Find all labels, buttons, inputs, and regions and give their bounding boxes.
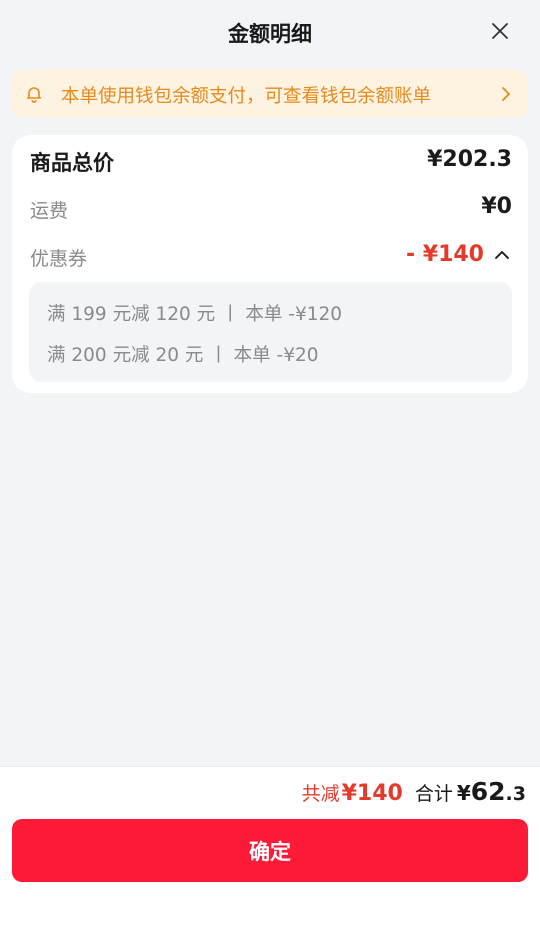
coupon-discount-value: - ¥140 bbox=[405, 242, 484, 267]
goods-total-value: ¥202.3 bbox=[427, 147, 512, 172]
bell-icon bbox=[26, 87, 42, 103]
coupon-detail-item: 满 199 元减 120 元 丨 本单 -¥120 bbox=[47, 304, 343, 325]
goods-total-label: 商品总价 bbox=[30, 151, 114, 175]
coupon-detail-list: 满 199 元减 120 元 丨 本单 -¥120 满 200 元减 20 元 … bbox=[29, 282, 512, 382]
shipping-label: 运费 bbox=[30, 200, 69, 222]
coupon-label: 优惠券 bbox=[30, 248, 88, 270]
close-icon[interactable] bbox=[490, 21, 510, 41]
order-summary: 共减¥140 合计 ¥62.3 bbox=[302, 777, 526, 806]
total-reduce-label: 共减 bbox=[301, 783, 340, 805]
notice-text: 本单使用钱包余额支付，可查看钱包余额账单 bbox=[61, 86, 432, 107]
page-title: 金额明细 bbox=[228, 22, 312, 46]
total-currency: ¥ bbox=[456, 781, 471, 805]
total-label: 合计 bbox=[414, 783, 453, 805]
footer-bar: 共减¥140 合计 ¥62.3 确定 bbox=[0, 766, 540, 936]
total-amount-integer: 62 bbox=[470, 777, 506, 806]
price-breakdown-card: 商品总价 ¥202.3 运费 ¥0 优惠券 - ¥140 满 199 元减 12… bbox=[12, 135, 528, 393]
confirm-button[interactable]: 确定 bbox=[12, 819, 528, 882]
wallet-balance-notice[interactable]: 本单使用钱包余额支付，可查看钱包余额账单 bbox=[12, 70, 528, 118]
total-reduce-value: ¥140 bbox=[341, 781, 403, 806]
coupon-detail-item: 满 200 元减 20 元 丨 本单 -¥20 bbox=[47, 345, 319, 366]
amount-detail-sheet: 金额明细 本单使用钱包余额支付，可查看钱包余额账单 商品总价 ¥202.3 运费… bbox=[0, 0, 540, 936]
shipping-value: ¥0 bbox=[481, 194, 512, 219]
chevron-right-icon bbox=[502, 87, 510, 101]
sheet-header: 金额明细 bbox=[0, 0, 540, 68]
chevron-up-icon[interactable] bbox=[494, 248, 510, 262]
total-amount-decimal: .3 bbox=[505, 783, 526, 805]
